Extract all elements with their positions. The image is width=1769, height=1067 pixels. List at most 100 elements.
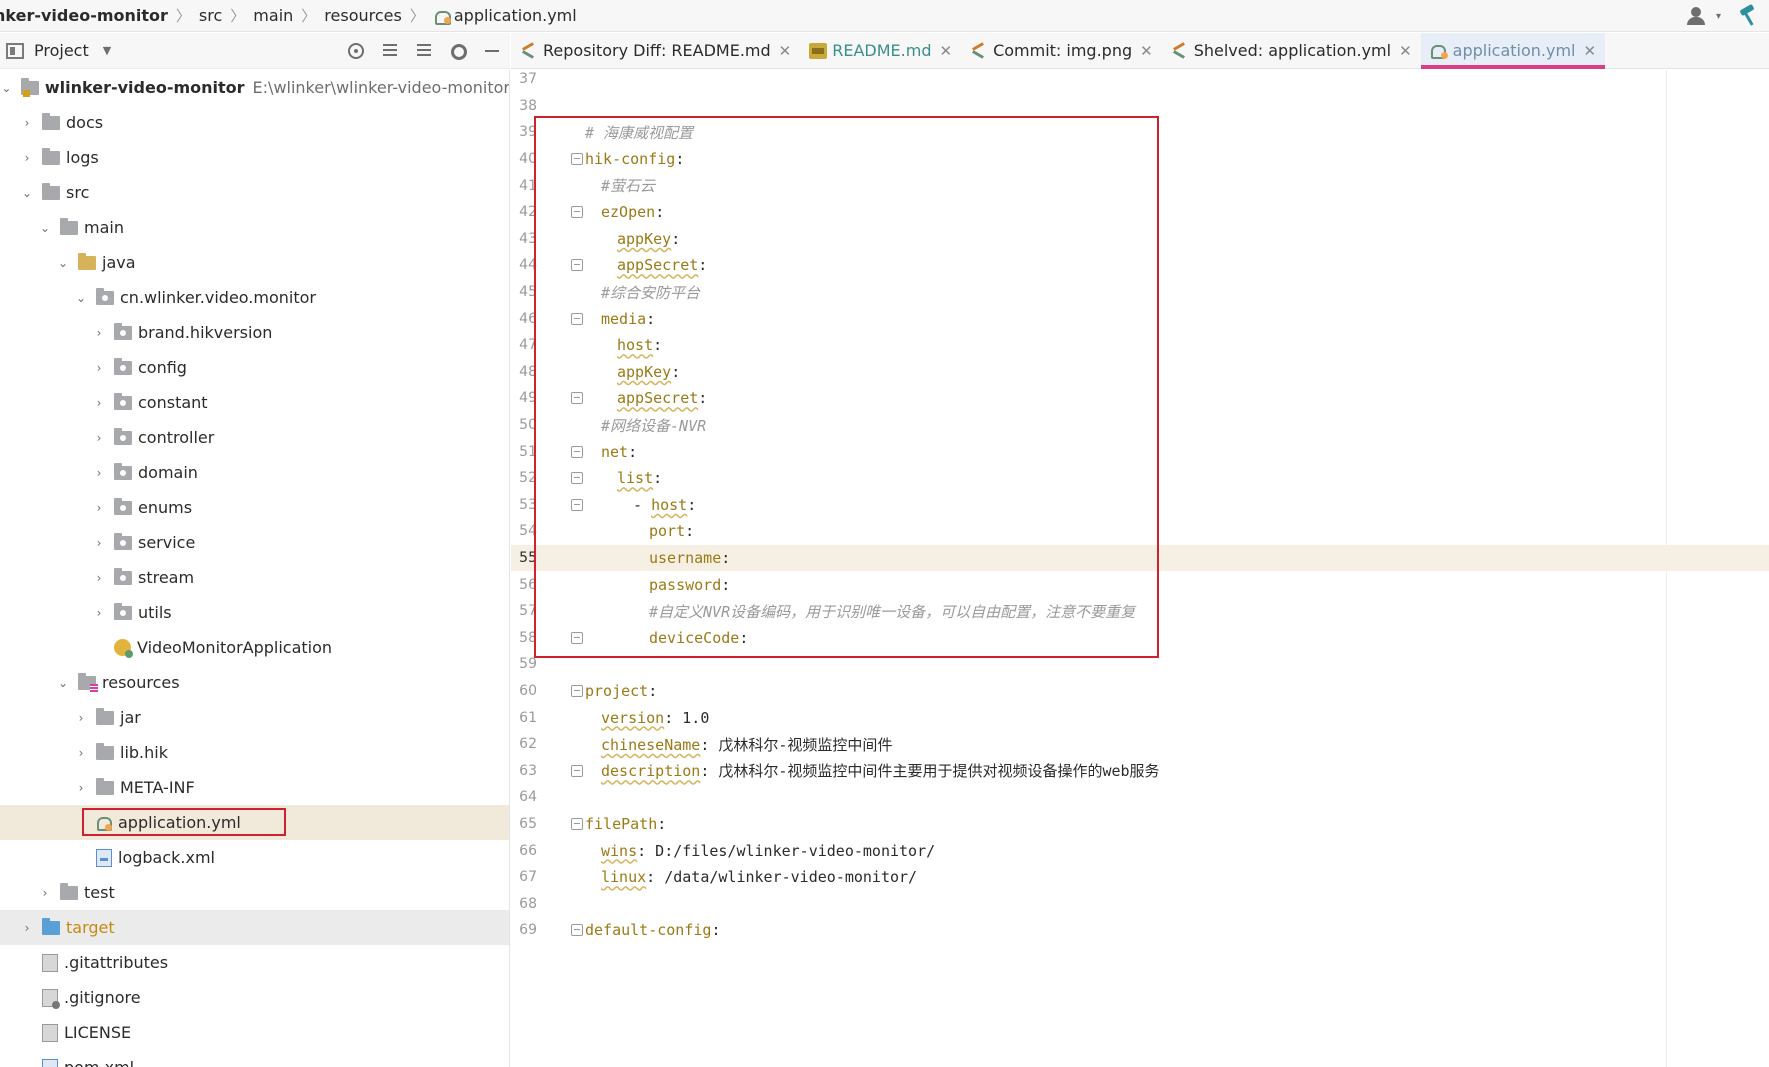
fold-toggle-icon[interactable]: [571, 392, 583, 405]
code-line[interactable]: 57 #自定义NVR设备编码，用于识别唯一设备，可以自由配置，注意不要重复: [511, 598, 1769, 625]
line-number[interactable]: 64: [515, 789, 537, 805]
tree-item-application-yml[interactable]: application.yml: [0, 805, 509, 840]
line-number[interactable]: 43: [515, 231, 537, 247]
hide-panel-icon[interactable]: [482, 41, 502, 61]
code-line[interactable]: 53 - host:: [511, 492, 1769, 519]
line-number[interactable]: 63: [515, 763, 537, 779]
fold-toggle-icon[interactable]: [571, 312, 583, 325]
tree-item-video-monitor-application[interactable]: VideoMonitorApplication: [0, 630, 509, 665]
code-line[interactable]: 65 filePath:: [511, 811, 1769, 838]
code-line[interactable]: 40 hik-config:: [511, 146, 1769, 173]
build-hammer-icon[interactable]: [1737, 5, 1759, 27]
tab-repository-diff-readme[interactable]: Repository Diff: README.md ✕: [511, 33, 800, 68]
line-number[interactable]: 59: [515, 656, 537, 672]
chevron-right-icon[interactable]: ›: [20, 921, 34, 935]
tree-item-jar[interactable]: › jar: [0, 700, 509, 735]
chevron-down-icon[interactable]: ⌄: [38, 221, 52, 235]
code-editor[interactable]: 37 38 39 # 海康威视配置 40 hik-config: 41 #萤石云 42 ezOpe…: [511, 70, 1769, 1067]
fold-toggle-icon[interactable]: [571, 924, 583, 937]
code-line[interactable]: 48 appKey:: [511, 359, 1769, 386]
line-number[interactable]: 56: [515, 577, 537, 593]
line-number[interactable]: 38: [515, 98, 537, 114]
tree-item-logback-xml[interactable]: logback.xml: [0, 840, 509, 875]
chevron-down-icon[interactable]: ▼: [103, 44, 111, 57]
tree-item-controller[interactable]: › controller: [0, 420, 509, 455]
line-number[interactable]: 68: [515, 896, 537, 912]
project-panel-title[interactable]: Project: [34, 41, 89, 60]
tree-item-target[interactable]: › target: [0, 910, 509, 945]
chevron-right-icon[interactable]: ›: [92, 536, 106, 550]
line-number[interactable]: 52: [515, 470, 537, 486]
chevron-right-icon[interactable]: ›: [92, 361, 106, 375]
code-line[interactable]: 59: [511, 651, 1769, 678]
line-number[interactable]: 41: [515, 178, 537, 194]
tree-item-src[interactable]: ⌄ src: [0, 175, 509, 210]
chevron-right-icon[interactable]: ›: [92, 501, 106, 515]
line-number[interactable]: 57: [515, 603, 537, 619]
chevron-right-icon[interactable]: ›: [92, 396, 106, 410]
code-line[interactable]: 58 deviceCode:: [511, 625, 1769, 652]
code-line[interactable]: 51 net:: [511, 438, 1769, 465]
close-icon[interactable]: ✕: [1584, 42, 1597, 60]
line-number[interactable]: 66: [515, 843, 537, 859]
code-line[interactable]: 46 media:: [511, 305, 1769, 332]
tree-item-package-root[interactable]: ⌄ cn.wlinker.video.monitor: [0, 280, 509, 315]
user-account-icon[interactable]: ▾: [1687, 5, 1721, 27]
code-line[interactable]: 39 # 海康威视配置: [511, 119, 1769, 146]
code-line[interactable]: 61 version: 1.0: [511, 704, 1769, 731]
code-line[interactable]: 37: [511, 70, 1769, 93]
close-icon[interactable]: ✕: [1140, 42, 1153, 60]
code-line[interactable]: 42 ezOpen:: [511, 199, 1769, 226]
collapse-all-icon[interactable]: [414, 41, 434, 61]
tree-item-lib-hik[interactable]: › lib.hik: [0, 735, 509, 770]
chevron-right-icon[interactable]: ›: [38, 886, 52, 900]
chevron-right-icon[interactable]: ›: [74, 746, 88, 760]
tree-item-test[interactable]: › test: [0, 875, 509, 910]
breadcrumb-resources[interactable]: resources: [324, 6, 402, 25]
code-line[interactable]: 38: [511, 93, 1769, 120]
chevron-right-icon[interactable]: ›: [74, 781, 88, 795]
line-number[interactable]: 46: [515, 311, 537, 327]
tab-application-yml[interactable]: application.yml ✕: [1420, 33, 1606, 69]
line-number[interactable]: 58: [515, 630, 537, 646]
tree-item-constant[interactable]: › constant: [0, 385, 509, 420]
tree-item-meta-inf[interactable]: › META-INF: [0, 770, 509, 805]
gear-icon[interactable]: [448, 41, 468, 61]
line-number[interactable]: 44: [515, 257, 537, 273]
tree-item-logs[interactable]: › logs: [0, 140, 509, 175]
line-number[interactable]: 55: [515, 550, 537, 566]
line-number[interactable]: 45: [515, 284, 537, 300]
fold-toggle-icon[interactable]: [571, 472, 583, 485]
tree-item-gitignore[interactable]: .gitignore: [0, 980, 509, 1015]
chevron-down-icon[interactable]: ⌄: [74, 291, 88, 305]
close-icon[interactable]: ✕: [939, 42, 952, 60]
line-number[interactable]: 53: [515, 497, 537, 513]
code-line[interactable]: 66 wins: D:/files/wlinker-video-monitor/: [511, 837, 1769, 864]
fold-toggle-icon[interactable]: [571, 259, 583, 272]
breadcrumb-main[interactable]: main: [253, 6, 293, 25]
line-number[interactable]: 65: [515, 816, 537, 832]
tree-item-enums[interactable]: › enums: [0, 490, 509, 525]
code-line[interactable]: 64: [511, 784, 1769, 811]
code-line[interactable]: 41 #萤石云: [511, 172, 1769, 199]
line-number[interactable]: 49: [515, 390, 537, 406]
breadcrumb-src[interactable]: src: [199, 6, 222, 25]
chevron-right-icon[interactable]: ›: [92, 571, 106, 585]
code-line[interactable]: 60 project:: [511, 678, 1769, 705]
code-line[interactable]: 63 description: 戊林科尔-视频监控中间件主要用于提供对视频设备操作…: [511, 758, 1769, 785]
code-line[interactable]: 49 appSecret:: [511, 385, 1769, 412]
chevron-right-icon[interactable]: ›: [74, 711, 88, 725]
line-number[interactable]: 51: [515, 444, 537, 460]
tree-item-utils[interactable]: › utils: [0, 595, 509, 630]
tree-item-config[interactable]: › config: [0, 350, 509, 385]
fold-toggle-icon[interactable]: [571, 631, 583, 644]
tree-item-brand-hikversion[interactable]: › brand.hikversion: [0, 315, 509, 350]
chevron-down-icon[interactable]: ⌄: [0, 81, 13, 95]
code-line[interactable]: 52 list:: [511, 465, 1769, 492]
code-line[interactable]: 47 host:: [511, 332, 1769, 359]
chevron-right-icon[interactable]: ›: [20, 116, 34, 130]
line-number[interactable]: 54: [515, 523, 537, 539]
chevron-down-icon[interactable]: ⌄: [56, 676, 70, 690]
tree-item-resources[interactable]: ⌄ resources: [0, 665, 509, 700]
close-icon[interactable]: ✕: [779, 42, 792, 60]
